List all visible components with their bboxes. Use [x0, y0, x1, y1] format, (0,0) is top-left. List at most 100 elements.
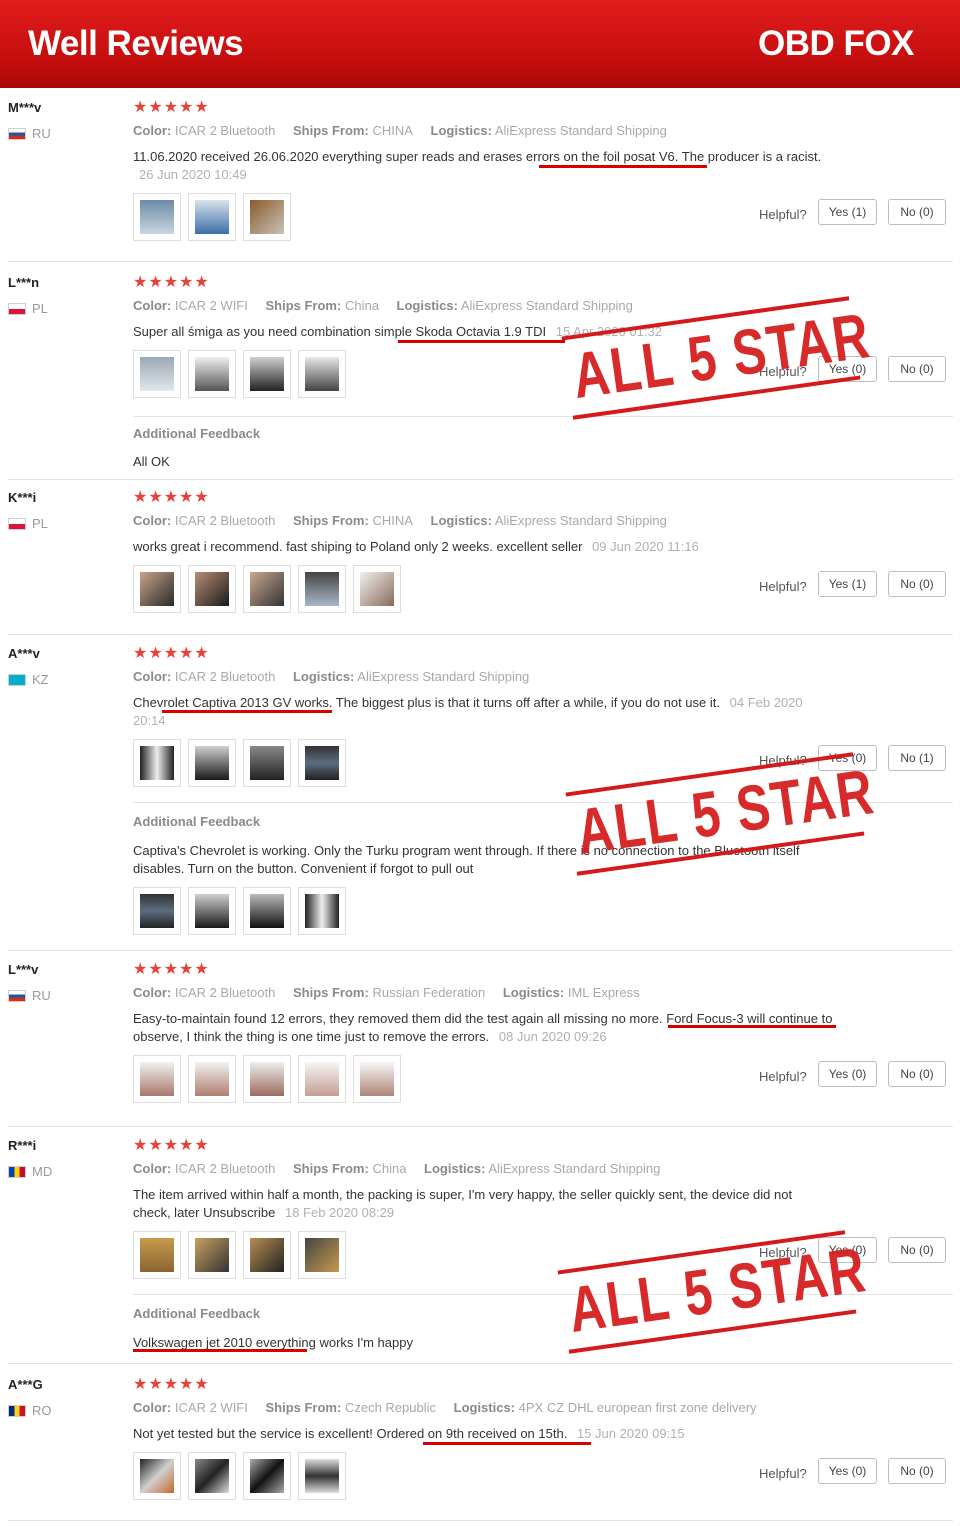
review-photo[interactable] — [133, 350, 181, 398]
review-photo[interactable] — [133, 1452, 181, 1500]
reviewer-name: A***v — [8, 646, 40, 661]
ships-from-label: Ships From: — [265, 1400, 342, 1415]
reviewer-country: RU — [8, 126, 51, 141]
logistics-value: AliExpress Standard Shipping — [494, 513, 667, 528]
review-photo[interactable] — [353, 565, 401, 613]
logistics-value: AliExpress Standard Shipping — [460, 298, 633, 313]
review-divider — [8, 261, 953, 262]
review-photo[interactable] — [133, 193, 181, 241]
additional-feedback-title: Additional Feedback — [133, 1306, 261, 1321]
rating-stars: ★★★★★ — [133, 99, 210, 116]
review-photo[interactable] — [133, 1055, 181, 1103]
country-code: RO — [32, 1403, 52, 1418]
review-photo[interactable] — [133, 1231, 181, 1279]
ships-from-value: Russian Federation — [372, 985, 486, 1000]
logistics-label: Logistics: — [292, 669, 355, 684]
review-photo[interactable] — [243, 1231, 291, 1279]
review-photo[interactable] — [243, 565, 291, 613]
review-photo[interactable] — [243, 887, 291, 935]
review-photo[interactable] — [133, 739, 181, 787]
review-photo[interactable] — [188, 1452, 236, 1500]
review-photo[interactable] — [188, 887, 236, 935]
review-photo[interactable] — [243, 1055, 291, 1103]
banner-title: Well Reviews — [28, 24, 244, 63]
review-meta: Color: ICAR 2 WIFI Ships From: Czech Rep… — [133, 1400, 771, 1415]
rating-stars: ★★★★★ — [133, 961, 210, 978]
helpful-yes-button[interactable]: Yes (1) — [818, 571, 877, 597]
logistics-label: Logistics: — [430, 123, 492, 138]
helpful-no-button[interactable]: No (0) — [888, 1237, 946, 1263]
review-divider — [8, 479, 953, 480]
ships-from-value: Czech Republic — [344, 1400, 436, 1415]
highlight-underline — [539, 165, 707, 168]
review-date: 18 Feb 2020 08:29 — [284, 1205, 395, 1220]
color-label: Color: — [133, 669, 172, 684]
review-photo[interactable] — [188, 739, 236, 787]
helpful-yes-button[interactable]: Yes (0) — [818, 1458, 877, 1484]
review-photo[interactable] — [243, 1452, 291, 1500]
review-photo[interactable] — [188, 350, 236, 398]
review-date: 09 Jun 2020 11:16 — [592, 539, 699, 554]
review-photo[interactable] — [298, 1055, 346, 1103]
review-meta: Color: ICAR 2 Bluetooth Logistics: AliEx… — [133, 669, 543, 684]
logistics-value: AliExpress Standard Shipping — [494, 123, 667, 138]
review-photo[interactable] — [298, 565, 346, 613]
review-photo[interactable] — [188, 1231, 236, 1279]
review-photo[interactable] — [243, 350, 291, 398]
review-photo[interactable] — [243, 193, 291, 241]
helpful-no-button[interactable]: No (1) — [888, 745, 946, 771]
helpful-no-button[interactable]: No (0) — [888, 356, 946, 382]
color-value: ICAR 2 Bluetooth — [174, 513, 276, 528]
reviewer-country: KZ — [8, 672, 49, 687]
logistics-label: Logistics: — [453, 1400, 516, 1415]
review-photo[interactable] — [298, 1452, 346, 1500]
all-5-star-stamp: ALL 5 STAR — [561, 296, 875, 420]
review-photo[interactable] — [188, 1055, 236, 1103]
review-meta: Color: ICAR 2 Bluetooth Ships From: CHIN… — [133, 123, 681, 138]
flag-pl-icon — [8, 517, 26, 530]
feedback-photos — [133, 887, 346, 935]
reviewer-country: MD — [8, 1164, 52, 1179]
helpful-yes-button[interactable]: Yes (0) — [818, 1061, 877, 1087]
review-photo[interactable] — [298, 739, 346, 787]
helpful-no-button[interactable]: No (0) — [888, 571, 946, 597]
review-photo[interactable] — [243, 739, 291, 787]
reviewer-name: M***v — [8, 100, 42, 115]
flag-md-icon — [8, 1165, 26, 1178]
helpful-label: Helpful? — [759, 1069, 807, 1084]
reviewer-name: K***i — [8, 490, 37, 505]
flag-ru-icon — [8, 989, 26, 1002]
ships-from-label: Ships From: — [292, 985, 369, 1000]
helpful-no-button[interactable]: No (0) — [888, 199, 946, 225]
color-value: ICAR 2 WIFI — [174, 298, 248, 313]
reviewer-country: RU — [8, 988, 51, 1003]
helpful-yes-button[interactable]: Yes (1) — [818, 199, 877, 225]
review-photo[interactable] — [353, 1055, 401, 1103]
additional-feedback-title: Additional Feedback — [133, 426, 261, 441]
review-photo[interactable] — [133, 887, 181, 935]
review-text: The item arrived within half a month, th… — [133, 1186, 833, 1222]
review-body: Chevrolet Captiva 2013 GV works. The big… — [133, 695, 720, 710]
rating-stars: ★★★★★ — [133, 1376, 210, 1393]
helpful-no-button[interactable]: No (0) — [888, 1061, 946, 1087]
review-photo[interactable] — [188, 193, 236, 241]
review-body: works great i recommend. fast shiping to… — [133, 539, 583, 554]
country-code: MD — [32, 1164, 53, 1179]
country-code: RU — [32, 126, 51, 141]
ships-from-label: Ships From: — [292, 1161, 369, 1176]
additional-feedback-title: Additional Feedback — [133, 814, 261, 829]
review-divider — [8, 1520, 953, 1521]
brand-name: OBD FOX — [758, 24, 914, 63]
logistics-label: Logistics: — [396, 298, 458, 313]
logistics-value: 4PX CZ DHL european first zone delivery — [518, 1400, 757, 1415]
header-banner: Well Reviews OBD FOX — [0, 0, 960, 88]
helpful-no-button[interactable]: No (0) — [888, 1458, 946, 1484]
rating-stars: ★★★★★ — [133, 274, 210, 291]
review-photo[interactable] — [133, 565, 181, 613]
color-value: ICAR 2 Bluetooth — [174, 985, 276, 1000]
review-photo[interactable] — [298, 887, 346, 935]
review-photo[interactable] — [298, 350, 346, 398]
review-photo[interactable] — [298, 1231, 346, 1279]
review-photo[interactable] — [188, 565, 236, 613]
reviewer-name: L***v — [8, 962, 39, 977]
